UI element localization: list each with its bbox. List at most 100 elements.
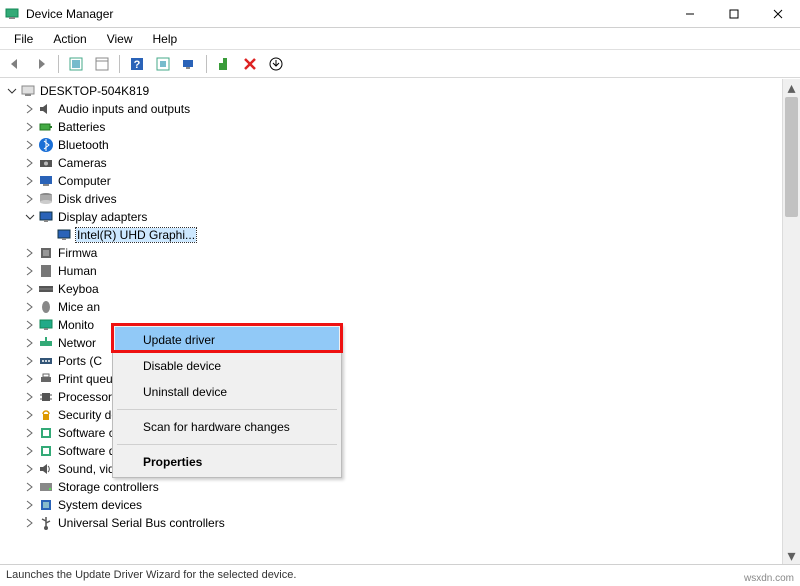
scroll-up-icon[interactable]: ▴ bbox=[783, 79, 800, 97]
expand-icon[interactable] bbox=[24, 391, 36, 403]
context-menu-item[interactable]: Properties bbox=[115, 449, 339, 475]
storage-icon bbox=[38, 479, 54, 495]
enable-button[interactable] bbox=[213, 53, 235, 75]
expand-icon[interactable] bbox=[24, 103, 36, 115]
menu-view[interactable]: View bbox=[97, 30, 143, 48]
tree-item-label: Monito bbox=[58, 318, 94, 332]
vertical-scrollbar[interactable]: ▴ ▾ bbox=[782, 79, 800, 565]
tree-category[interactable]: System devices bbox=[0, 496, 800, 514]
tree-item-label: Storage controllers bbox=[58, 480, 159, 494]
computer-icon bbox=[38, 173, 54, 189]
expand-icon[interactable] bbox=[6, 85, 18, 97]
firmware-icon bbox=[38, 245, 54, 261]
expand-icon[interactable] bbox=[24, 319, 36, 331]
expand-icon[interactable] bbox=[24, 463, 36, 475]
bluetooth-icon bbox=[38, 137, 54, 153]
tree-item-label: Human bbox=[58, 264, 97, 278]
expand-icon[interactable] bbox=[24, 193, 36, 205]
menu-file[interactable]: File bbox=[4, 30, 43, 48]
expand-icon[interactable] bbox=[24, 121, 36, 133]
speaker-icon bbox=[38, 101, 54, 117]
keyboard-icon bbox=[38, 281, 54, 297]
expand-icon[interactable] bbox=[24, 355, 36, 367]
tree-category[interactable]: Batteries bbox=[0, 118, 800, 136]
expand-icon[interactable] bbox=[24, 175, 36, 187]
disable-button[interactable] bbox=[239, 53, 261, 75]
tree-item-label: Audio inputs and outputs bbox=[58, 102, 190, 116]
tree-item-label: Disk drives bbox=[58, 192, 117, 206]
context-menu-item[interactable]: Disable device bbox=[115, 353, 339, 379]
action-center-button[interactable] bbox=[152, 53, 174, 75]
tree-item-label: Keyboa bbox=[58, 282, 99, 296]
svg-text:?: ? bbox=[134, 59, 141, 71]
ports-icon bbox=[38, 353, 54, 369]
tree-category[interactable]: Human bbox=[0, 262, 800, 280]
expand-icon[interactable] bbox=[24, 337, 36, 349]
device-tree[interactable]: DESKTOP-504K819 Audio inputs and outputs B… bbox=[0, 78, 800, 564]
expand-icon[interactable] bbox=[42, 229, 54, 241]
expand-icon[interactable] bbox=[24, 427, 36, 439]
tree-category[interactable]: Display adapters bbox=[0, 208, 800, 226]
cpu-icon bbox=[38, 389, 54, 405]
expand-icon[interactable] bbox=[24, 517, 36, 529]
expand-icon[interactable] bbox=[24, 409, 36, 421]
expand-icon[interactable] bbox=[24, 139, 36, 151]
tree-category[interactable]: Mice an bbox=[0, 298, 800, 316]
tree-item-label: Computer bbox=[58, 174, 111, 188]
tree-category[interactable]: Storage controllers bbox=[0, 478, 800, 496]
monitor-icon bbox=[38, 317, 54, 333]
tree-category[interactable]: Keyboa bbox=[0, 280, 800, 298]
app-icon bbox=[4, 6, 20, 22]
tree-category[interactable]: Universal Serial Bus controllers bbox=[0, 514, 800, 532]
watermark: wsxdn.com bbox=[744, 573, 794, 584]
scroll-down-icon[interactable]: ▾ bbox=[783, 547, 800, 565]
expand-icon[interactable] bbox=[24, 157, 36, 169]
printer-icon bbox=[38, 371, 54, 387]
expand-icon[interactable] bbox=[24, 445, 36, 457]
properties-button[interactable] bbox=[91, 53, 113, 75]
context-menu-separator bbox=[117, 409, 337, 410]
help-button[interactable]: ? bbox=[126, 53, 148, 75]
titlebar: Device Manager bbox=[0, 0, 800, 28]
expand-icon[interactable] bbox=[24, 211, 36, 223]
software-icon bbox=[38, 443, 54, 459]
tree-item-label: DESKTOP-504K819 bbox=[40, 84, 149, 98]
status-bar: Launches the Update Driver Wizard for th… bbox=[0, 564, 800, 586]
tree-category[interactable]: Disk drives bbox=[0, 190, 800, 208]
tree-category[interactable]: Audio inputs and outputs bbox=[0, 100, 800, 118]
menu-action[interactable]: Action bbox=[43, 30, 96, 48]
expand-icon[interactable] bbox=[24, 481, 36, 493]
show-hidden-button[interactable] bbox=[65, 53, 87, 75]
display-icon bbox=[38, 209, 54, 225]
menu-help[interactable]: Help bbox=[143, 30, 188, 48]
tree-category[interactable]: Cameras bbox=[0, 154, 800, 172]
expand-icon[interactable] bbox=[24, 301, 36, 313]
context-menu-item[interactable]: Uninstall device bbox=[115, 379, 339, 405]
expand-icon[interactable] bbox=[24, 283, 36, 295]
disk-icon bbox=[38, 191, 54, 207]
tree-device[interactable]: Intel(R) UHD Graphi... bbox=[0, 226, 800, 244]
tree-root[interactable]: DESKTOP-504K819 bbox=[0, 82, 800, 100]
expand-icon[interactable] bbox=[24, 265, 36, 277]
scrollbar-thumb[interactable] bbox=[785, 97, 798, 217]
mouse-icon bbox=[38, 299, 54, 315]
tree-category[interactable]: Computer bbox=[0, 172, 800, 190]
software-icon bbox=[38, 425, 54, 441]
maximize-button[interactable] bbox=[712, 0, 756, 28]
tree-item-label: Processors bbox=[58, 390, 118, 404]
context-menu-item[interactable]: Update driver bbox=[115, 327, 339, 353]
tree-category[interactable]: Bluetooth bbox=[0, 136, 800, 154]
expand-icon[interactable] bbox=[24, 499, 36, 511]
update-driver-button[interactable] bbox=[265, 53, 287, 75]
forward-button[interactable] bbox=[30, 53, 52, 75]
tree-item-label: Intel(R) UHD Graphi... bbox=[76, 228, 196, 242]
close-button[interactable] bbox=[756, 0, 800, 28]
expand-icon[interactable] bbox=[24, 247, 36, 259]
minimize-button[interactable] bbox=[668, 0, 712, 28]
expand-icon[interactable] bbox=[24, 373, 36, 385]
battery-icon bbox=[38, 119, 54, 135]
scan-hardware-button[interactable] bbox=[178, 53, 200, 75]
context-menu-item[interactable]: Scan for hardware changes bbox=[115, 414, 339, 440]
tree-category[interactable]: Firmwa bbox=[0, 244, 800, 262]
back-button[interactable] bbox=[4, 53, 26, 75]
